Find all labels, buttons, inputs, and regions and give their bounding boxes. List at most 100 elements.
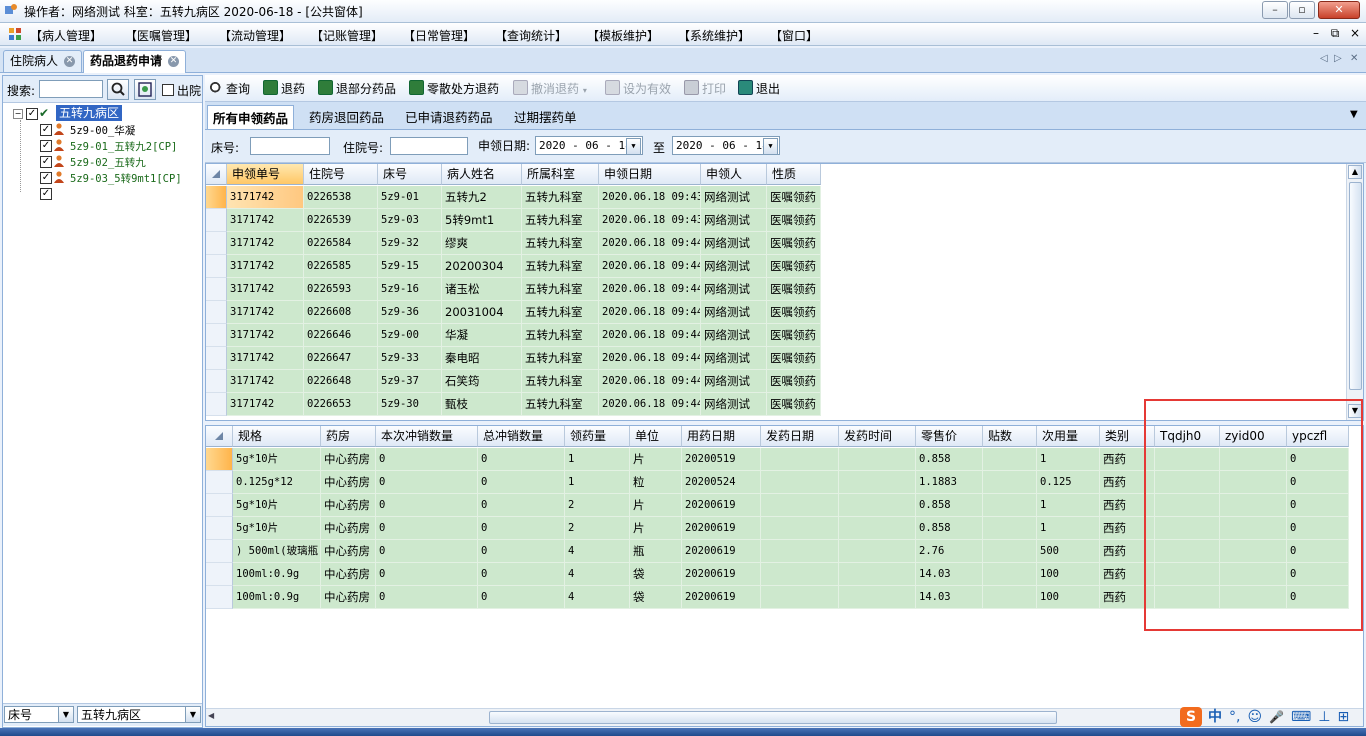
table-cell[interactable]: 西药 xyxy=(1100,586,1155,609)
partial-return-button[interactable]: 退部分药品 xyxy=(318,80,396,97)
return-button[interactable]: 退药 xyxy=(263,80,305,97)
table-cell[interactable]: 五转九科室 xyxy=(522,255,599,278)
column-header[interactable]: 类别 xyxy=(1100,426,1155,447)
table-cell[interactable]: 华凝 xyxy=(442,324,522,347)
row-selector[interactable] xyxy=(206,517,233,540)
table-cell[interactable]: 0 xyxy=(376,586,478,609)
discharged-checkbox[interactable] xyxy=(162,84,174,96)
table-cell[interactable]: 片 xyxy=(630,448,682,471)
table-cell[interactable]: 医嘱领药 xyxy=(767,347,821,370)
table-cell[interactable]: 20200619 xyxy=(682,540,761,563)
table-cell[interactable]: 袋 xyxy=(630,563,682,586)
table-cell[interactable]: 0 xyxy=(1287,563,1349,586)
table-cell[interactable] xyxy=(1155,586,1220,609)
table-cell[interactable]: 2020.06.18 09:44 xyxy=(599,301,701,324)
table-cell[interactable]: 0226653 xyxy=(304,393,378,416)
row-selector[interactable] xyxy=(206,186,227,209)
table-cell[interactable]: 3171742 xyxy=(227,232,304,255)
table-cell[interactable]: 西药 xyxy=(1100,448,1155,471)
table-cell[interactable]: 0 xyxy=(478,517,565,540)
locate-button[interactable] xyxy=(134,79,156,100)
table-cell[interactable]: 中心药房 xyxy=(321,494,376,517)
sogou-ime-icon[interactable]: S xyxy=(1180,707,1202,727)
punctuation-icon[interactable]: °, xyxy=(1229,709,1240,725)
table-cell[interactable] xyxy=(983,517,1037,540)
emoji-icon[interactable]: ☺ xyxy=(1247,709,1262,725)
table-cell[interactable]: 3171742 xyxy=(227,255,304,278)
menu-patient-management[interactable]: 【病人管理】 xyxy=(30,27,102,44)
table-cell[interactable]: 1 xyxy=(565,448,630,471)
table-cell[interactable]: 0.858 xyxy=(916,517,983,540)
table-cell[interactable]: 0226648 xyxy=(304,370,378,393)
table-cell[interactable]: 五转九科室 xyxy=(522,347,599,370)
table-cell[interactable]: 1 xyxy=(565,471,630,494)
table-cell[interactable] xyxy=(1220,586,1287,609)
table-cell[interactable]: 医嘱领药 xyxy=(767,301,821,324)
table-cell[interactable]: 14.03 xyxy=(916,586,983,609)
table-cell[interactable]: 诸玉松 xyxy=(442,278,522,301)
scroll-down-icon[interactable]: ▼ xyxy=(1348,404,1362,418)
table-cell[interactable]: 0226593 xyxy=(304,278,378,301)
table-cell[interactable]: 缪爽 xyxy=(442,232,522,255)
table-cell[interactable]: 医嘱领药 xyxy=(767,278,821,301)
table-cell[interactable]: 0 xyxy=(376,471,478,494)
table-cell[interactable] xyxy=(983,540,1037,563)
table-cell[interactable]: 中心药房 xyxy=(321,563,376,586)
maximize-button[interactable]: ▫ xyxy=(1289,1,1315,19)
row-selector[interactable] xyxy=(206,494,233,517)
table-cell[interactable]: 西药 xyxy=(1100,471,1155,494)
table-cell[interactable]: 2020.06.18 09:43 xyxy=(599,186,701,209)
tab-drug-return-request[interactable]: 药品退药申请 ✕ xyxy=(83,50,187,73)
table-cell[interactable] xyxy=(1155,494,1220,517)
table-cell[interactable]: 网络测试 xyxy=(701,324,767,347)
table-cell[interactable]: 0226647 xyxy=(304,347,378,370)
table-cell[interactable]: 0226538 xyxy=(304,186,378,209)
row-selector[interactable] xyxy=(206,232,227,255)
table-cell[interactable] xyxy=(839,540,916,563)
table-cell[interactable]: 医嘱领药 xyxy=(767,324,821,347)
close-button[interactable]: ✕ xyxy=(1318,1,1360,19)
table-cell[interactable]: 秦电昭 xyxy=(442,347,522,370)
scroll-up-icon[interactable]: ▲ xyxy=(1348,165,1362,179)
patient-checkbox[interactable]: ✓ xyxy=(40,156,52,168)
table-cell[interactable]: 3171742 xyxy=(227,209,304,232)
table-cell[interactable]: 0 xyxy=(478,586,565,609)
table-cell[interactable]: 医嘱领药 xyxy=(767,255,821,278)
table-cell[interactable]: 五转九科室 xyxy=(522,301,599,324)
table-cell[interactable]: 西药 xyxy=(1100,563,1155,586)
table-cell[interactable]: 3171742 xyxy=(227,301,304,324)
table-cell[interactable] xyxy=(839,494,916,517)
tab-inpatients[interactable]: 住院病人 ✕ xyxy=(3,50,83,72)
table-cell[interactable] xyxy=(983,448,1037,471)
date-to-picker[interactable]: 2020 - 06 - 18 ▼ xyxy=(672,136,780,155)
table-cell[interactable] xyxy=(761,517,839,540)
grid-corner[interactable] xyxy=(206,164,227,185)
scroll-thumb[interactable] xyxy=(1349,182,1362,390)
column-header[interactable]: 规格 xyxy=(233,426,321,447)
table-cell[interactable]: 20200619 xyxy=(682,517,761,540)
column-header[interactable]: 床号 xyxy=(378,164,442,185)
table-cell[interactable]: 5z9-33 xyxy=(378,347,442,370)
table-cell[interactable]: 5z9-32 xyxy=(378,232,442,255)
column-header[interactable]: 性质 xyxy=(767,164,821,185)
row-selector[interactable] xyxy=(206,255,227,278)
table-cell[interactable]: 石笑筠 xyxy=(442,370,522,393)
row-selector[interactable] xyxy=(206,278,227,301)
table-cell[interactable]: 中心药房 xyxy=(321,448,376,471)
table-cell[interactable]: 20200619 xyxy=(682,586,761,609)
column-header[interactable]: ypczfl xyxy=(1287,426,1349,447)
table-cell[interactable]: 0 xyxy=(478,448,565,471)
table-cell[interactable]: 0 xyxy=(1287,471,1349,494)
table-cell[interactable]: 0 xyxy=(376,448,478,471)
table-cell[interactable]: 4 xyxy=(565,540,630,563)
table-cell[interactable]: 0.125 xyxy=(1037,471,1100,494)
column-header[interactable]: 用药日期 xyxy=(682,426,761,447)
row-selector[interactable] xyxy=(206,471,233,494)
patient-checkbox[interactable]: ✓ xyxy=(40,172,52,184)
table-cell[interactable] xyxy=(1155,517,1220,540)
ward-select[interactable]: 五转九病区 ▼ xyxy=(77,706,201,723)
table-cell[interactable]: 五转九科室 xyxy=(522,232,599,255)
table-cell[interactable]: 五转九科室 xyxy=(522,324,599,347)
table-cell[interactable] xyxy=(839,586,916,609)
table-cell[interactable]: 3171742 xyxy=(227,278,304,301)
